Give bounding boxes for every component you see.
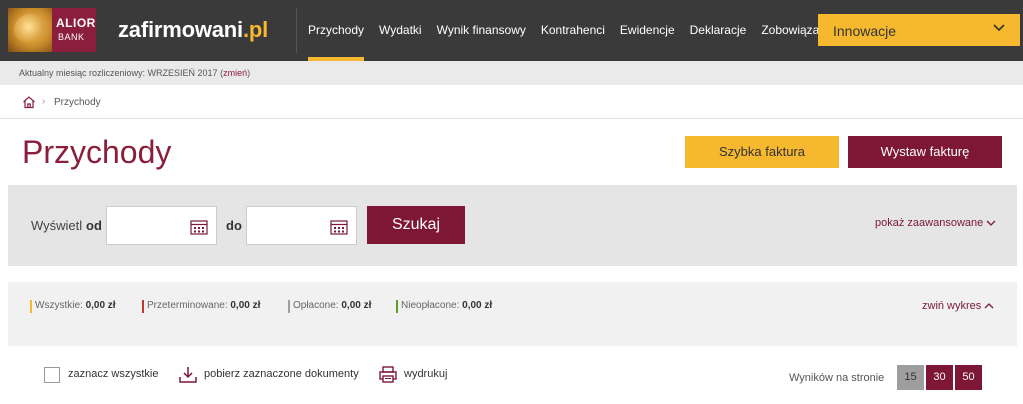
date-to-field[interactable]	[246, 206, 357, 245]
billing-month-label: Aktualny miesiąc rozliczeniowy: WRZESIEŃ…	[19, 68, 224, 78]
nav-item-wynik-finansowy[interactable]: Wynik finansowy	[437, 0, 526, 61]
summary-all: Wszystkie: 0,00 zł	[30, 300, 116, 313]
collapse-chart-link[interactable]: zwiń wykres	[922, 300, 994, 312]
lion-icon	[14, 14, 46, 46]
summary-unpaid-value: 0,00 zł	[462, 300, 493, 311]
summary-paid-label: Opłacone:	[293, 300, 339, 311]
per-page-option-15[interactable]: 15	[897, 365, 924, 390]
date-from-field[interactable]	[106, 206, 217, 245]
alior-bank-logo[interactable]: ALIOR BANK	[8, 8, 96, 52]
header-divider	[296, 8, 297, 53]
logo-text-line1: ALIOR	[56, 16, 96, 30]
nav-item-wydatki[interactable]: Wydatki	[379, 0, 422, 61]
summary-overdue-label: Przeterminowane:	[147, 300, 228, 311]
billing-month-text: Aktualny miesiąc rozliczeniowy: WRZESIEŃ…	[19, 68, 250, 78]
show-advanced-label: pokaż zaawansowane	[875, 217, 984, 229]
legend-marker-paid	[288, 300, 290, 313]
download-selected-link[interactable]: pobierz zaznaczone dokumenty	[204, 368, 359, 380]
per-page-label: Wyników na stronie	[789, 372, 885, 384]
site-name-main: zafirmowani	[118, 17, 243, 42]
per-page-option-30[interactable]: 30	[926, 365, 953, 390]
summary-all-label: Wszystkie:	[35, 300, 83, 311]
billing-month-bar: Aktualny miesiąc rozliczeniowy: WRZESIEŃ…	[0, 61, 1023, 85]
calendar-icon[interactable]	[190, 219, 208, 235]
issue-invoice-button[interactable]: Wystaw fakturę	[848, 136, 1002, 168]
filter-show-label: Wyświetl	[31, 218, 83, 233]
chevron-down-icon	[986, 220, 996, 227]
breadcrumb-current: Przychody	[54, 97, 101, 108]
logo-text-line2: BANK	[58, 32, 85, 42]
filter-panel: Wyświetl od do Szukaj pokaż zaawansowane	[8, 185, 1017, 266]
innovations-dropdown[interactable]: Innowacje	[818, 14, 1020, 46]
select-all-label[interactable]: zaznacz wszystkie	[68, 368, 158, 380]
download-icon[interactable]	[178, 365, 198, 385]
filter-to-label: do	[226, 218, 242, 233]
chevron-down-icon	[993, 24, 1005, 32]
nav-item-deklaracje[interactable]: Deklaracje	[690, 0, 747, 61]
legend-marker-all	[30, 300, 32, 313]
top-bar: ALIOR BANK zafirmowani.pl Przychody Wyda…	[0, 0, 1023, 61]
chevron-up-icon	[984, 303, 994, 309]
show-advanced-link[interactable]: pokaż zaawansowane	[875, 217, 996, 229]
main-nav: Przychody Wydatki Wynik finansowy Kontra…	[308, 0, 850, 61]
summary-overdue-value: 0,00 zł	[230, 300, 261, 311]
innovations-label: Innowacje	[833, 23, 897, 39]
nav-item-kontrahenci[interactable]: Kontrahenci	[541, 0, 605, 61]
breadcrumb-separator-icon: ›	[42, 96, 46, 107]
print-icon[interactable]	[378, 365, 398, 385]
site-name-tld: .pl	[242, 17, 269, 42]
nav-item-przychody[interactable]: Przychody	[308, 0, 365, 61]
change-month-link[interactable]: zmień	[223, 68, 247, 78]
site-name[interactable]: zafirmowani.pl	[118, 17, 268, 43]
per-page-option-50[interactable]: 50	[955, 365, 982, 390]
filter-from-label: od	[86, 218, 102, 233]
home-icon[interactable]	[22, 95, 36, 109]
breadcrumb: › Przychody	[0, 85, 1023, 119]
summary-all-value: 0,00 zł	[85, 300, 116, 311]
summary-unpaid: Nieopłacone: 0,00 zł	[396, 300, 493, 313]
legend-marker-unpaid	[396, 300, 398, 313]
summary-overdue: Przeterminowane: 0,00 zł	[142, 300, 261, 313]
page-title: Przychody	[22, 134, 172, 170]
calendar-icon[interactable]	[330, 219, 348, 235]
select-all-checkbox[interactable]	[44, 367, 60, 383]
search-button[interactable]: Szukaj	[367, 206, 465, 244]
collapse-chart-label: zwiń wykres	[922, 300, 982, 312]
summary-panel: Wszystkie: 0,00 zł Przeterminowane: 0,00…	[8, 282, 1017, 346]
summary-unpaid-label: Nieopłacone:	[401, 300, 460, 311]
print-link[interactable]: wydrukuj	[404, 368, 447, 380]
billing-month-close: )	[247, 68, 251, 78]
nav-item-ewidencje[interactable]: Ewidencje	[620, 0, 675, 61]
legend-marker-overdue	[142, 300, 144, 313]
summary-paid: Opłacone: 0,00 zł	[288, 300, 372, 313]
summary-paid-value: 0,00 zł	[341, 300, 372, 311]
quick-invoice-button[interactable]: Szybka faktura	[685, 136, 839, 168]
